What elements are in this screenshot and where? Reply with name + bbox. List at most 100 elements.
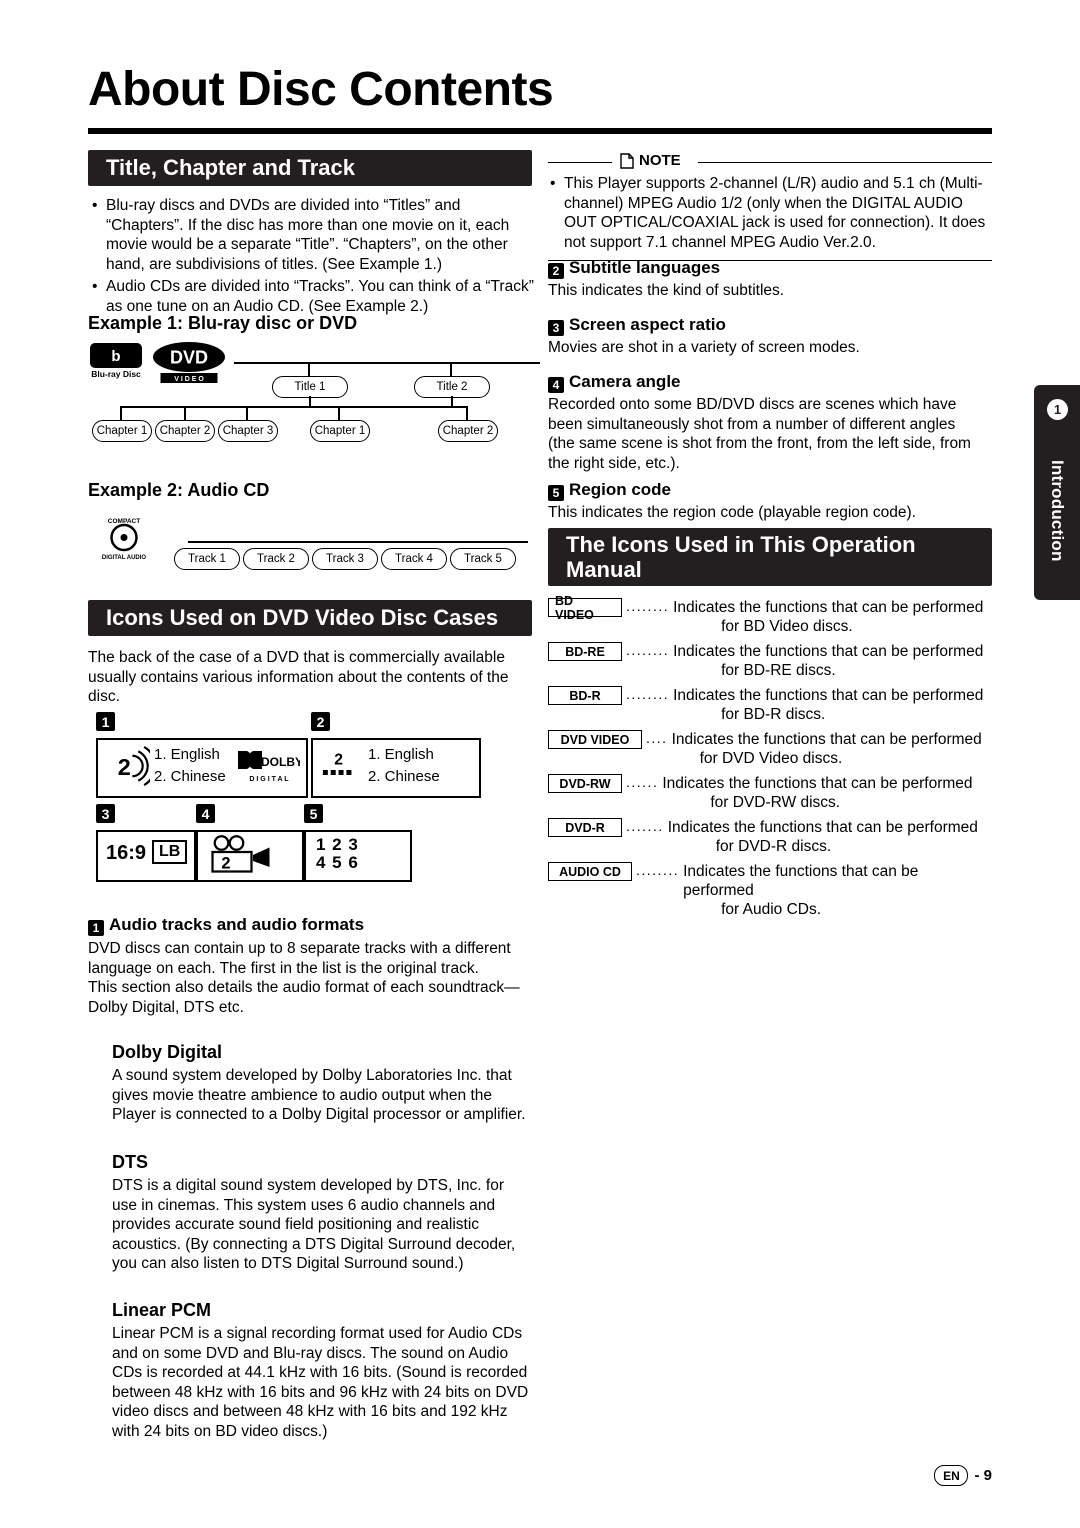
connector-line: [308, 362, 310, 376]
dots: ........: [626, 598, 670, 614]
section-header-label: The Icons Used in This Operation Manual: [566, 531, 916, 582]
marker-2: 2: [311, 712, 330, 731]
chapter-number: 1: [1047, 399, 1068, 420]
section-header-label: Icons Used on DVD Video Disc Cases: [106, 605, 499, 631]
row-line2: for DVD-R discs.: [715, 838, 832, 855]
section-header-title-chapter-track: Title, Chapter and Track: [88, 150, 532, 186]
note-page-icon: [620, 152, 634, 169]
svg-text:2: 2: [334, 751, 343, 768]
svg-text:2: 2: [221, 855, 230, 873]
subtitle-lang-1: 1. English: [368, 746, 434, 763]
title-divider: [88, 128, 992, 134]
connector-line: [120, 406, 122, 420]
right-item-3: 3 Screen aspect ratio Movies are shot in …: [548, 315, 992, 358]
page-root: About Disc Contents Title, Chapter and T…: [0, 0, 1080, 1528]
row-text: Indicates the functions that can be perf…: [673, 686, 983, 724]
manual-icon-row: BD-R ........ Indicates the functions th…: [548, 686, 992, 724]
section-header-label: Title, Chapter and Track: [106, 155, 356, 181]
item-title: Audio tracks and audio formats: [109, 915, 365, 934]
list-item: Audio CDs are divided into “Tracks”. You…: [90, 277, 534, 316]
icons-dvd-cases-intro: The back of the case of a DVD that is co…: [88, 649, 509, 705]
dvd-video-logo-icon: DVD V I D E O: [153, 342, 225, 383]
region-code-row-2: 4 5 6: [316, 853, 359, 872]
subtitle-icon: 2: [322, 751, 352, 775]
marker-5: 5: [304, 804, 323, 823]
page-number: - 9: [974, 1467, 992, 1484]
dots: ........: [626, 686, 670, 702]
row-line1: Indicates the functions that can be perf…: [673, 643, 984, 660]
manual-icon-row: BD-RE ........ Indicates the functions t…: [548, 642, 992, 680]
svg-text:V I D E O: V I D E O: [174, 376, 204, 383]
item-body: Recorded onto some BD/DVD discs are scen…: [548, 396, 971, 472]
audio-lang-1: 1. English: [154, 746, 220, 763]
section-header-icons-dvd-cases: Icons Used on DVD Video Disc Cases: [88, 600, 532, 636]
svg-text:DIGITAL AUDIO: DIGITAL AUDIO: [102, 555, 147, 561]
node-chapter: Chapter 1: [92, 420, 152, 442]
dots: ........: [626, 642, 670, 658]
note-line-left: [548, 162, 612, 163]
node-track: Track 2: [243, 548, 309, 570]
note-line-right: [698, 162, 992, 163]
tag-dvd-r: DVD-R: [548, 818, 622, 837]
connector-line: [309, 396, 311, 406]
item-title: Screen aspect ratio: [569, 315, 726, 334]
node-title-2: Title 2: [414, 376, 490, 398]
tag-dvd-rw: DVD-RW: [548, 774, 622, 793]
example2-heading: Example 2: Audio CD: [88, 480, 270, 500]
manual-icon-list: BD VIDEO ........ Indicates the function…: [548, 594, 992, 922]
row-text: Indicates the functions that can be perf…: [673, 598, 983, 636]
example2-diagram: COMPACT DIGITAL AUDIO Track 1 Track 2 Tr…: [88, 515, 532, 575]
subtitle-lang-2: 2. Chinese: [368, 768, 440, 785]
chapter-side-tab: 1 Introduction: [1034, 385, 1080, 600]
connector-line: [188, 541, 528, 543]
page-title: About Disc Contents: [88, 63, 554, 116]
dolby-digital-block: Dolby Digital A sound system developed b…: [112, 1042, 532, 1125]
connector-line: [120, 406, 468, 408]
list-item: Blu-ray discs and DVDs are divided into …: [90, 196, 534, 274]
audio-lang-2: 2. Chinese: [154, 768, 226, 785]
manual-icon-row: DVD-RW ...... Indicates the functions th…: [548, 774, 992, 812]
item-body: DVD discs can contain up to 8 separate t…: [88, 940, 520, 1016]
section-header-manual-icons: The Icons Used in This Operation Manual: [548, 528, 992, 586]
svg-text:DOLBY: DOLBY: [261, 755, 300, 769]
dots: ....: [646, 730, 668, 746]
tag-bd-re: BD-RE: [548, 642, 622, 661]
svg-text:Blu-ray Disc: Blu-ray Disc: [91, 369, 141, 379]
item-title: Camera angle: [569, 372, 681, 391]
row-text: Indicates the functions that can be perf…: [683, 862, 992, 919]
note-bullets: This Player supports 2-channel (L/R) aud…: [548, 174, 992, 255]
item-audio-tracks: 1 Audio tracks and audio formats DVD disc…: [88, 915, 532, 1017]
row-line1: Indicates the functions that can be perf…: [662, 775, 973, 792]
row-line2: for BD Video discs.: [721, 618, 853, 635]
row-text: Indicates the functions that can be perf…: [668, 818, 978, 856]
row-line2: for Audio CDs.: [721, 901, 822, 918]
letterbox-label: LB: [152, 840, 188, 864]
blu-ray-disc-logo-icon: b Blu-ray Disc: [90, 343, 142, 379]
tag-dvd-video: DVD VIDEO: [548, 730, 642, 749]
row-line2: for BD-R discs.: [721, 706, 826, 723]
dolby-digital-logo-icon: DOLBY D I G I T A L: [238, 751, 300, 783]
marker-2-inline: 2: [548, 263, 564, 279]
dts-body: DTS is a digital sound system developed …: [112, 1177, 516, 1272]
manual-icon-row: DVD-R ....... Indicates the functions th…: [548, 818, 992, 856]
row-line2: for DVD Video discs.: [699, 750, 843, 767]
row-line1: Indicates the functions that can be perf…: [673, 599, 984, 616]
speaker-channels-icon: 2: [118, 745, 150, 787]
dots: ......: [626, 774, 659, 790]
tag-audio-cd: AUDIO CD: [548, 862, 632, 881]
marker-4: 4: [196, 804, 215, 823]
linear-pcm-body: Linear PCM is a signal recording format …: [112, 1325, 529, 1440]
marker-1-inline: 1: [88, 920, 104, 936]
row-text: Indicates the functions that can be perf…: [662, 774, 972, 812]
row-line1: Indicates the functions that can be perf…: [673, 687, 984, 704]
connector-line: [246, 406, 248, 420]
item-heading: 5 Region code: [548, 480, 992, 501]
row-line1: Indicates the functions that can be perf…: [683, 863, 919, 899]
connector-line: [451, 396, 453, 406]
note-label: NOTE: [639, 152, 681, 169]
node-track: Track 3: [312, 548, 378, 570]
item-body: Movies are shot in a variety of screen m…: [548, 339, 860, 356]
compact-disc-digital-audio-logo-icon: COMPACT DIGITAL AUDIO: [102, 518, 147, 561]
camera-angle-icon: 2: [211, 835, 270, 873]
chapter-label: Introduction: [1048, 460, 1067, 562]
